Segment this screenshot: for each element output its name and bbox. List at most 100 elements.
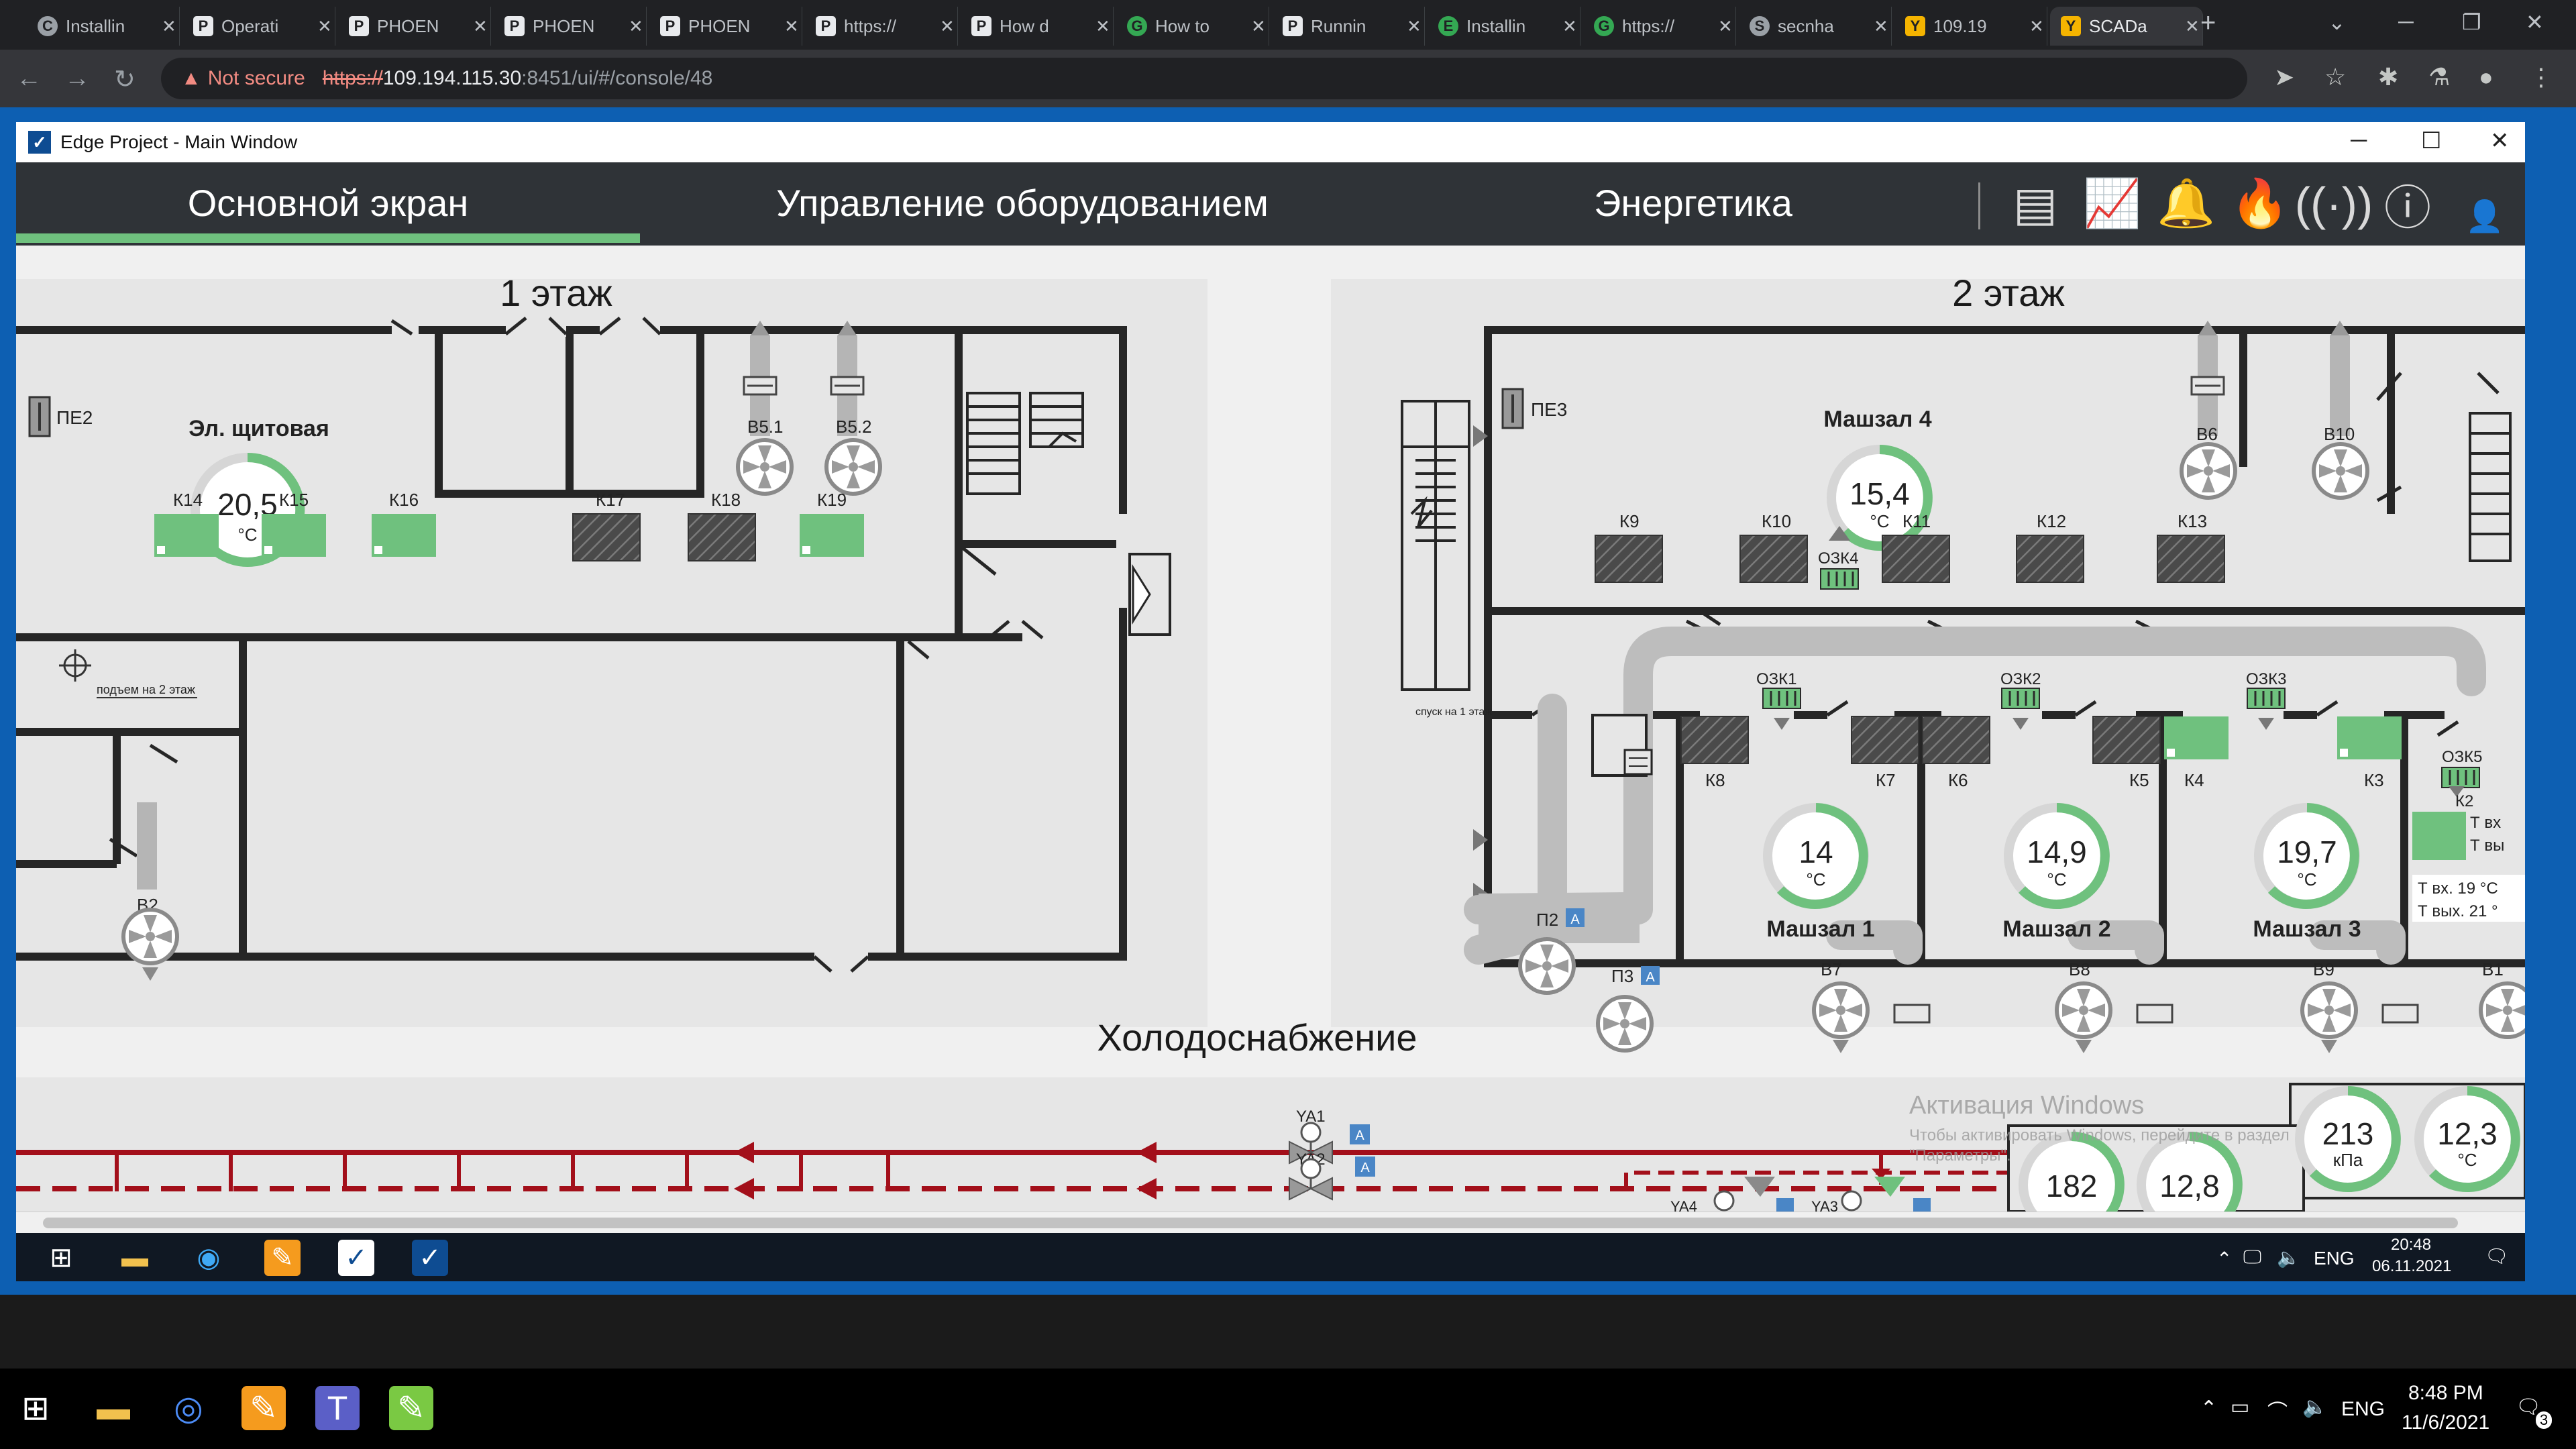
url-host: 109.194.115.30 — [382, 67, 522, 89]
browser-tab[interactable]: Ssecnha ✕ — [1739, 7, 1892, 46]
restore-icon[interactable]: ❐ — [2462, 9, 2481, 35]
host-file-explorer-icon[interactable]: ▬ — [91, 1386, 136, 1430]
close-icon[interactable]: ✕ — [2526, 9, 2544, 35]
svg-text:К13: К13 — [2178, 511, 2207, 531]
tab-close-icon[interactable]: ✕ — [2029, 16, 2047, 37]
tab-equipment-control[interactable]: Управление оборудованием — [714, 176, 1331, 229]
tab-close-icon[interactable]: ✕ — [1095, 16, 1113, 37]
minimize-icon[interactable]: ─ — [2398, 9, 2414, 34]
clock-time[interactable]: 20:48 — [2391, 1236, 2431, 1254]
browser-tab[interactable]: G How to ✕ — [1116, 7, 1269, 46]
forward-icon[interactable]: → — [64, 64, 90, 93]
tab-close-icon[interactable]: ✕ — [1874, 16, 1891, 37]
host-start-icon[interactable]: ⊞ — [13, 1386, 58, 1430]
trend-icon[interactable]: 📈 — [2083, 177, 2141, 231]
window-title: Edge Project - Main Window — [60, 131, 298, 152]
window-minimize-icon[interactable]: ─ — [2351, 127, 2367, 154]
tab-close-icon[interactable]: ✕ — [1562, 16, 1580, 37]
window-close-icon[interactable]: ✕ — [2490, 127, 2510, 154]
address-bar[interactable]: ▲ Not secure https:// 109.194.115.30 :84… — [161, 58, 2247, 99]
svg-text:В9: В9 — [2313, 959, 2334, 979]
temp-gauge-1: 12,3 °C — [2414, 1086, 2520, 1192]
svg-text:К9: К9 — [1619, 511, 1640, 531]
tab-title: https:// — [1622, 15, 1675, 36]
send-icon[interactable]: ➤ — [2274, 63, 2294, 91]
tab-close-icon[interactable]: ✕ — [1407, 16, 1424, 37]
back-icon[interactable]: ← — [16, 64, 42, 93]
clock-date[interactable]: 06.11.2021 — [2372, 1257, 2451, 1276]
scrollbar-thumb[interactable] — [43, 1218, 2458, 1228]
svg-text:Чтобы активировать Windows, пе: Чтобы активировать Windows, перейдите в … — [1909, 1126, 2290, 1144]
tab-close-icon[interactable]: ✕ — [784, 16, 802, 37]
fire-icon[interactable]: 🔥 — [2231, 177, 2289, 231]
browser-tab[interactable]: Phttps:// ✕ — [805, 7, 958, 46]
file-explorer-icon[interactable]: ▬ — [117, 1240, 153, 1276]
tab-close-icon[interactable]: ✕ — [1718, 16, 1735, 37]
radio-icon[interactable]: ((·)) — [2295, 177, 2373, 231]
browser-tab[interactable]: Ghttps:// ✕ — [1583, 7, 1736, 46]
browser-tab[interactable]: Y SCADa ✕ — [2050, 7, 2203, 46]
browser-tab[interactable]: P How d ✕ — [961, 7, 1114, 46]
profile-icon[interactable]: ● — [2479, 63, 2493, 91]
browser-tab[interactable]: P PHOEN ✕ — [338, 7, 491, 46]
edge-project-icon[interactable]: ✓ — [412, 1240, 448, 1276]
menu-kebab-icon[interactable]: ⋮ — [2529, 63, 2553, 91]
host-clock-time[interactable]: 8:48 PM — [2408, 1382, 2483, 1405]
tab-close-icon[interactable]: ✕ — [1251, 16, 1269, 37]
user-icon[interactable]: 👤 — [2465, 189, 2505, 243]
svg-text:К17: К17 — [596, 490, 625, 510]
bell-icon[interactable]: 🔔 — [2157, 177, 2215, 231]
extensions-icon[interactable]: ✱ — [2378, 63, 2398, 91]
browser-tab[interactable]: P Runnin ✕ — [1272, 7, 1425, 46]
notification-icon[interactable]: 🗨 — [2485, 1245, 2509, 1267]
bookmark-star-icon[interactable]: ☆ — [2324, 63, 2346, 91]
remote-desktop-viewport: ✓ Edge Project - Main Window ─ ☐ ✕ Основ… — [0, 107, 2576, 1295]
start-icon[interactable]: ⊞ — [43, 1240, 79, 1276]
hall1-temp: 14 — [1799, 835, 1833, 869]
tab-close-icon[interactable]: ✕ — [629, 16, 646, 37]
tab-search-icon[interactable]: ⌄ — [2328, 9, 2346, 35]
tab-close-icon[interactable]: ✕ — [317, 16, 335, 37]
browser-tab[interactable]: P PHOEN ✕ — [649, 7, 802, 46]
tab-favicon-icon: P — [504, 16, 525, 36]
report-icon[interactable]: ▤ — [2008, 177, 2062, 231]
host-app-icon[interactable]: ✎ — [389, 1386, 433, 1430]
tab-close-icon[interactable]: ✕ — [162, 16, 179, 37]
horizontal-scrollbar[interactable] — [16, 1212, 2525, 1233]
host-volume-icon[interactable]: 🔈 — [2302, 1395, 2327, 1419]
new-tab-button[interactable]: + — [2200, 8, 2216, 38]
tab-main-screen[interactable]: Основной экран — [16, 176, 640, 243]
volume-icon[interactable]: 🔈 — [2277, 1246, 2300, 1269]
tab-title: Installin — [66, 15, 125, 36]
host-clock-date[interactable]: 11/6/2021 — [2402, 1411, 2489, 1434]
host-tray-chevron-icon[interactable]: ⌃ — [2200, 1397, 2217, 1420]
network-icon[interactable]: 🖵 — [2243, 1246, 2261, 1269]
edge-icon[interactable]: ◉ — [191, 1240, 227, 1276]
tab-close-icon[interactable]: ✕ — [473, 16, 490, 37]
extension-flask-icon[interactable]: ⚗ — [2428, 63, 2450, 91]
browser-tab[interactable]: C Installin ✕ — [27, 7, 180, 46]
tray-chevron-icon[interactable]: ⌃ — [2216, 1248, 2232, 1270]
battery-icon[interactable]: ▭ — [2231, 1395, 2249, 1419]
host-scada-icon[interactable]: ✎ — [241, 1386, 286, 1430]
tab-energy[interactable]: Энергетика — [1519, 176, 1868, 229]
svg-text:12,3: 12,3 — [2437, 1116, 2498, 1151]
browser-tab[interactable]: Y 109.19 ✕ — [1894, 7, 2047, 46]
window-maximize-icon[interactable]: ☐ — [2421, 127, 2441, 154]
info-icon[interactable]: ⓘ — [2381, 177, 2434, 234]
tab-title: Operati — [221, 15, 279, 36]
tab-close-icon[interactable]: ✕ — [940, 16, 957, 37]
scada-designer-icon[interactable]: ✎ — [264, 1240, 301, 1276]
svg-text:°C: °C — [1806, 869, 1825, 890]
reload-icon[interactable]: ↻ — [114, 64, 136, 95]
host-lang-label[interactable]: ENG — [2341, 1398, 2385, 1421]
browser-tab[interactable]: E Installin ✕ — [1428, 7, 1580, 46]
chrome-icon[interactable]: ◎ — [166, 1386, 211, 1430]
tab-favicon-icon: P — [971, 16, 991, 36]
scada-runtime-icon[interactable]: ✓ — [338, 1240, 374, 1276]
wifi-icon[interactable]: ⌒ — [2267, 1395, 2288, 1425]
teams-icon[interactable]: T — [315, 1386, 360, 1430]
browser-tab[interactable]: P Operati ✕ — [182, 7, 335, 46]
browser-tab[interactable]: P PHOEN ✕ — [494, 7, 647, 46]
lang-label[interactable]: ENG — [2314, 1248, 2355, 1269]
